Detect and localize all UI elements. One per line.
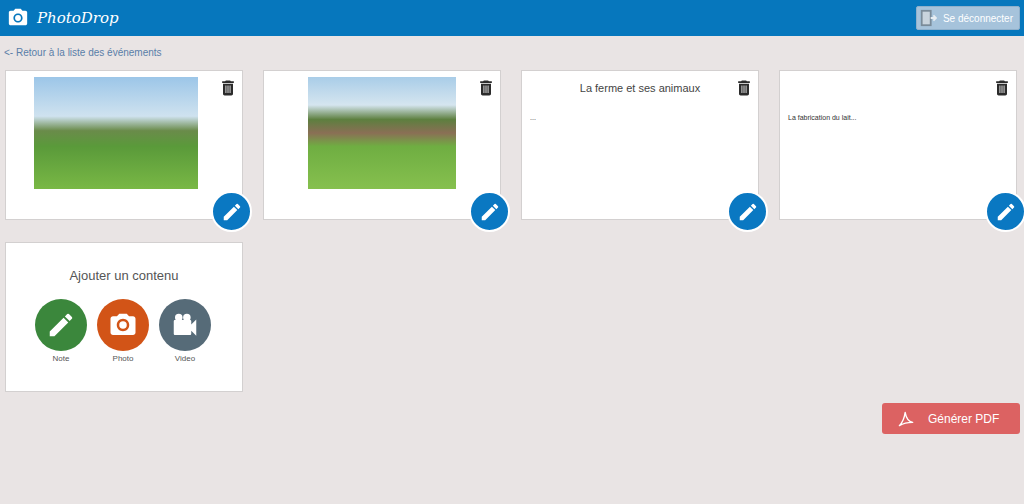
add-option[interactable]: Note [35, 299, 87, 363]
add-option-label: Photo [113, 354, 134, 363]
logo-text: PhotoDrop [37, 9, 119, 27]
edit-button[interactable] [985, 191, 1024, 232]
pencil-icon [995, 201, 1017, 223]
photo[interactable] [34, 77, 198, 189]
edit-button[interactable] [727, 191, 768, 232]
note-text: La fabrication du lait... [788, 114, 1008, 121]
generate-pdf-button[interactable]: Générer PDF [882, 403, 1020, 434]
note-title [788, 82, 1008, 96]
logout-button[interactable]: Se déconnecter [916, 6, 1020, 30]
add-option[interactable]: Video [159, 299, 211, 363]
photo[interactable] [308, 77, 456, 189]
add-content-card: Ajouter un contenu Note Photo Video [5, 242, 243, 392]
content-grid: La ferme et ses animaux... La fabrication… [0, 70, 1024, 392]
pencil-icon [46, 310, 76, 340]
note[interactable]: La ferme et ses animaux... [522, 71, 758, 129]
content-card: La ferme et ses animaux... [521, 70, 759, 220]
generate-pdf-label: Générer PDF [928, 412, 999, 426]
logo[interactable]: PhotoDrop [5, 7, 119, 29]
video-camera-icon [170, 310, 200, 340]
footer: Générer PDF [0, 403, 1024, 434]
door-icon [919, 9, 937, 27]
trash-icon[interactable] [734, 77, 754, 99]
logout-label: Se déconnecter [943, 13, 1013, 24]
add-option-label: Note [53, 354, 70, 363]
back-link[interactable]: <- Retour à la liste des événements [0, 47, 1024, 59]
add-option-button[interactable] [97, 299, 149, 351]
content-card [5, 70, 243, 220]
top-bar: PhotoDrop Se déconnecter [0, 0, 1024, 36]
add-option-label: Video [175, 354, 195, 363]
add-option-button[interactable] [35, 299, 87, 351]
add-title: Ajouter un contenu [6, 268, 242, 283]
pdf-icon [896, 409, 916, 429]
camera-icon [108, 310, 138, 340]
content-card: La fabrication du lait... [779, 70, 1017, 220]
add-option[interactable]: Photo [97, 299, 149, 363]
pencil-icon [737, 201, 759, 223]
photo-area [264, 71, 500, 189]
add-options: Note Photo Video [6, 299, 211, 363]
edit-button[interactable] [211, 191, 252, 232]
content-card [263, 70, 501, 220]
note-text: ... [530, 114, 750, 121]
page: PhotoDrop Se déconnecter <- Retour à la li… [0, 0, 1024, 504]
edit-button[interactable] [469, 191, 510, 232]
trash-icon[interactable] [992, 77, 1012, 99]
photo-area [6, 71, 242, 189]
note-title: La ferme et ses animaux [530, 82, 750, 96]
camera-icon [5, 7, 31, 29]
pencil-icon [479, 201, 501, 223]
add-option-button[interactable] [159, 299, 211, 351]
trash-icon[interactable] [476, 77, 496, 99]
pencil-icon [221, 201, 243, 223]
trash-icon[interactable] [218, 77, 238, 99]
note[interactable]: La fabrication du lait... [780, 71, 1016, 129]
